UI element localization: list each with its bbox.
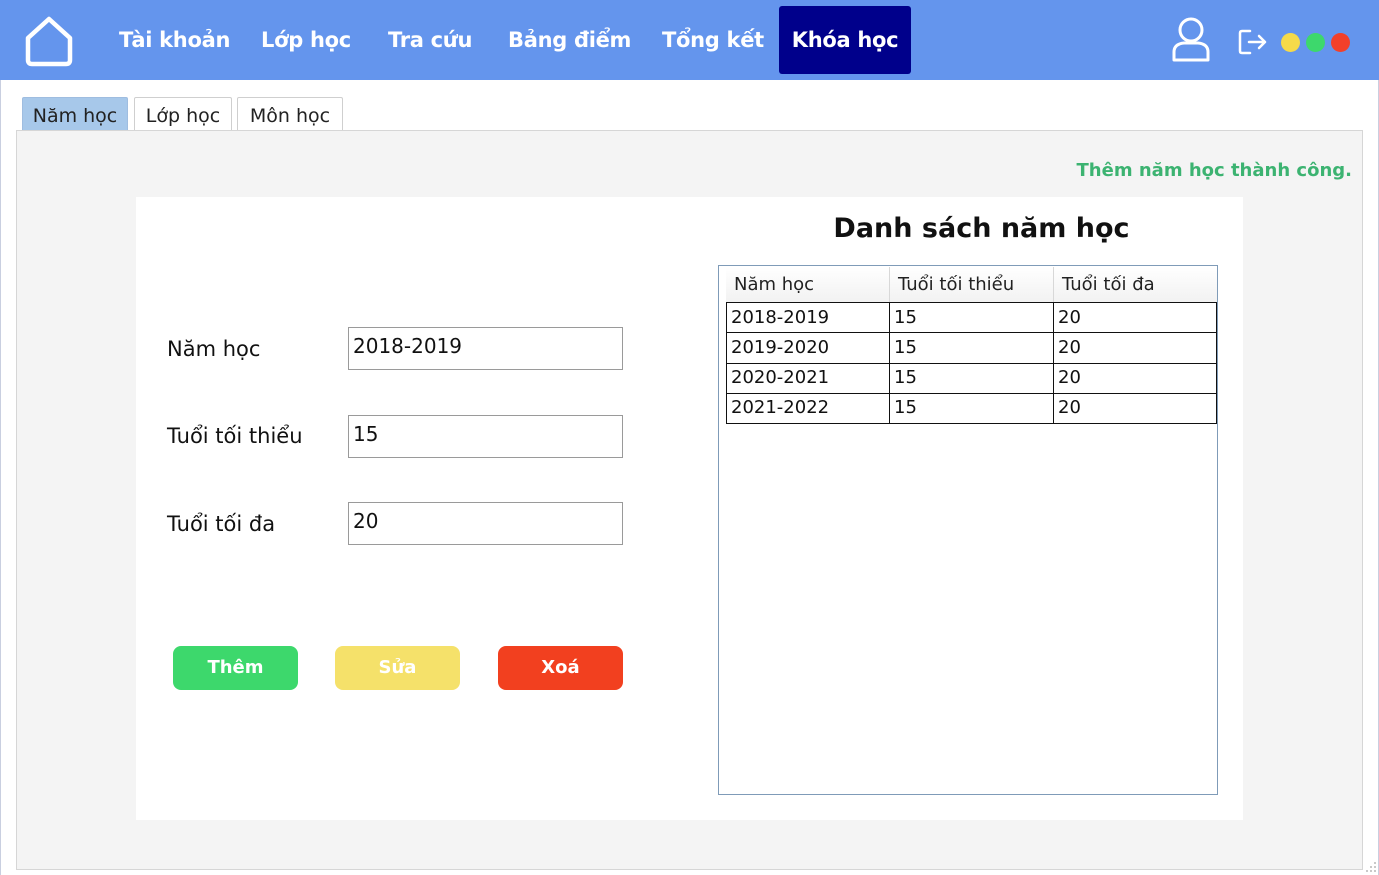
nav-item-lookup[interactable]: Tra cứu [388,6,472,74]
user-icon[interactable] [1170,16,1212,62]
cell-max-age: 20 [1058,397,1081,418]
column-header-min-age[interactable]: Tuổi tối thiểu [890,267,1054,303]
table-row[interactable]: 2018-2019 15 20 [726,302,1217,333]
tab-class[interactable]: Lớp học [134,97,232,131]
table-row[interactable]: 2020-2021 15 20 [726,363,1217,394]
school-year-label: Năm học [167,337,261,361]
min-age-input[interactable]: 15 [348,415,623,458]
status-message: Thêm năm học thành công. [1076,160,1352,181]
home-icon[interactable] [22,14,76,68]
cell-school-year: 2019-2020 [727,333,890,363]
resize-grip-icon[interactable] [1365,861,1377,873]
top-nav-bar: Tài khoản Lớp học Tra cứu Bảng điểm Tổng… [0,0,1379,80]
delete-button[interactable]: Xoá [498,646,623,690]
nav-item-account[interactable]: Tài khoản [119,6,230,74]
tab-subject[interactable]: Môn học [237,97,343,131]
cell-max-age: 20 [1058,337,1081,358]
tab-school-year[interactable]: Năm học [22,97,128,131]
logout-icon[interactable] [1238,28,1268,56]
cell-min-age: 15 [890,363,1054,393]
cell-min-age: 15 [890,333,1054,363]
nav-item-course[interactable]: Khóa học [779,6,911,74]
cell-max-age: 20 [1058,307,1081,328]
cell-max-age: 20 [1058,367,1081,388]
cell-min-age: 15 [890,393,1054,423]
school-year-input[interactable]: 2018-2019 [348,327,623,370]
maximize-dot[interactable] [1306,33,1325,52]
minimize-dot[interactable] [1281,33,1300,52]
cell-school-year: 2020-2021 [727,363,890,393]
min-age-label: Tuổi tối thiểu [167,424,303,448]
column-header-school-year[interactable]: Năm học [726,267,890,303]
nav-item-summary[interactable]: Tổng kết [662,6,764,74]
close-dot[interactable] [1331,33,1350,52]
table-row[interactable]: 2021-2022 15 20 [726,393,1217,424]
column-header-max-age[interactable]: Tuổi tối đa [1054,267,1217,303]
max-age-label: Tuổi tối đa [167,512,276,536]
edit-button[interactable]: Sửa [335,646,460,690]
table-row[interactable]: 2019-2020 15 20 [726,333,1217,364]
school-year-grid[interactable]: Năm học Tuổi tối thiểu Tuổi tối đa 2018-… [718,265,1218,795]
nav-item-class[interactable]: Lớp học [261,6,351,74]
cell-min-age: 15 [890,303,1054,333]
max-age-input[interactable]: 20 [348,502,623,545]
add-button[interactable]: Thêm [173,646,298,690]
grid-header: Năm học Tuổi tối thiểu Tuổi tối đa [726,267,1217,303]
nav-item-scoreboard[interactable]: Bảng điểm [508,6,631,74]
list-title: Danh sách năm học [833,213,1130,244]
cell-school-year: 2021-2022 [727,393,890,423]
cell-school-year: 2018-2019 [727,303,890,333]
